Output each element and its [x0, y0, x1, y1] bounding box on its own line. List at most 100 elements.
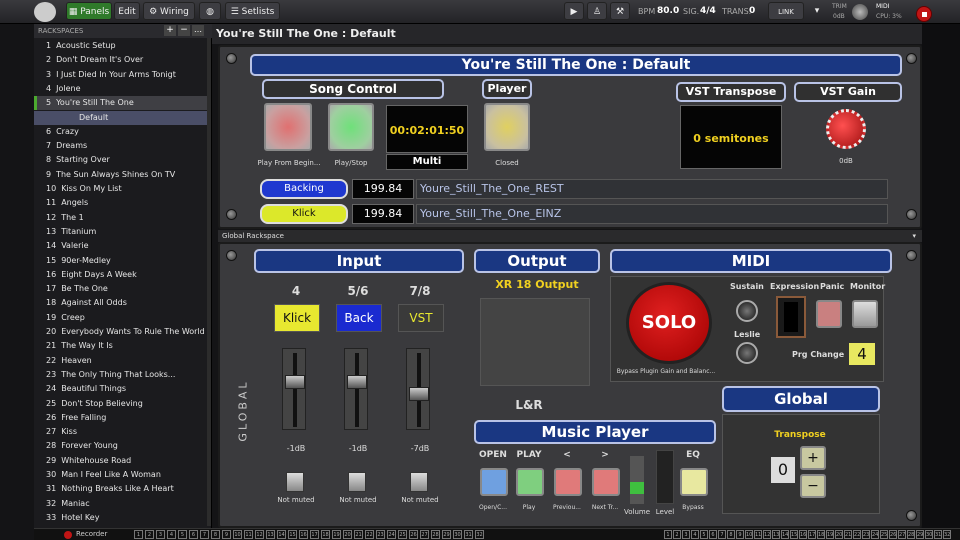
tab-panels[interactable]: ▦ Panels	[66, 2, 112, 20]
trim-knob[interactable]	[852, 4, 868, 20]
channel-fader[interactable]	[282, 348, 306, 430]
next-track-button[interactable]	[592, 468, 620, 496]
page-button[interactable]: 26	[409, 530, 418, 539]
previous-button[interactable]	[554, 468, 582, 496]
sidebar-item[interactable]: 31 Nothing Breaks Like A Heart	[34, 482, 209, 496]
sidebar-item[interactable]: 19 Creep	[34, 311, 209, 325]
sidebar-item[interactable]: 30 Man I Feel Like A Woman	[34, 468, 209, 482]
sidebar-item[interactable]: 27 Kiss	[34, 425, 209, 439]
page-button[interactable]: 16	[299, 530, 308, 539]
page-button[interactable]: 21	[354, 530, 363, 539]
channel-fader[interactable]	[344, 348, 368, 430]
page-button[interactable]: 1	[134, 530, 143, 539]
page-button[interactable]: 16	[799, 530, 807, 539]
page-button[interactable]: 9	[736, 530, 744, 539]
page-button[interactable]: 2	[673, 530, 681, 539]
page-button[interactable]: 21	[844, 530, 852, 539]
prg-change-value[interactable]: 4	[848, 342, 876, 366]
eq-bypass-button[interactable]	[680, 468, 708, 496]
player-closed-button[interactable]	[484, 103, 530, 151]
page-button[interactable]: 29	[916, 530, 924, 539]
sidebar-item[interactable]: 15 90er-Medley	[34, 254, 209, 268]
page-button[interactable]: 8	[211, 530, 220, 539]
collapse-icon[interactable]: ▾	[912, 230, 916, 242]
page-button[interactable]: 10	[745, 530, 753, 539]
page-button[interactable]: 20	[343, 530, 352, 539]
page-button[interactable]: 32	[475, 530, 484, 539]
fader-knob[interactable]	[347, 375, 367, 389]
page-button[interactable]: 20	[835, 530, 843, 539]
mute-button[interactable]	[348, 472, 366, 492]
page-button[interactable]: 29	[442, 530, 451, 539]
channel-fader[interactable]	[406, 348, 430, 430]
page-button[interactable]: 10	[233, 530, 242, 539]
page-button[interactable]: 24	[387, 530, 396, 539]
page-button[interactable]: 6	[189, 530, 198, 539]
page-button[interactable]: 25	[880, 530, 888, 539]
sidebar-item[interactable]: 16 Eight Days A Week	[34, 268, 209, 282]
play-button[interactable]: ▶	[564, 2, 584, 20]
transpose-down-button[interactable]: −	[800, 474, 826, 498]
page-button[interactable]: 4	[691, 530, 699, 539]
monitor-button[interactable]	[852, 300, 878, 328]
page-button[interactable]: 5	[178, 530, 187, 539]
sidebar-item[interactable]: 11 Angels	[34, 196, 209, 210]
sustain-knob[interactable]	[736, 300, 758, 322]
page-button[interactable]: 27	[898, 530, 906, 539]
fader-knob[interactable]	[409, 387, 429, 401]
sidebar-item[interactable]: 8 Starting Over	[34, 153, 209, 167]
track-label-button[interactable]: Klick	[260, 204, 348, 224]
page-button[interactable]: 6	[709, 530, 717, 539]
expression-slider[interactable]	[776, 296, 806, 338]
mute-button[interactable]	[286, 472, 304, 492]
solo-button[interactable]: SOLO	[626, 282, 712, 364]
page-button[interactable]: 15	[288, 530, 297, 539]
tab-setlists[interactable]: ☰ Setlists	[225, 2, 280, 20]
page-button[interactable]: 17	[310, 530, 319, 539]
stop-button[interactable]	[916, 6, 932, 22]
page-button[interactable]: 12	[763, 530, 771, 539]
page-button[interactable]: 27	[420, 530, 429, 539]
sidebar-item[interactable]: 26 Free Falling	[34, 411, 209, 425]
sidebar-item[interactable]: 1 Acoustic Setup	[34, 39, 209, 53]
channel-name-button[interactable]: Back	[336, 304, 382, 332]
sidebar-item[interactable]: 20 Everybody Wants To Rule The World	[34, 325, 209, 339]
sidebar-item[interactable]: 5 You're Still The One	[34, 96, 209, 111]
more-button[interactable]: …	[192, 25, 204, 36]
volume-fader[interactable]	[630, 456, 644, 504]
tuner-button[interactable]: ⚒	[610, 2, 630, 20]
page-button[interactable]: 5	[700, 530, 708, 539]
page-button[interactable]: 23	[862, 530, 870, 539]
page-button[interactable]: 24	[871, 530, 879, 539]
play-from-begin-button[interactable]	[264, 103, 312, 151]
sig-value[interactable]: 4/4	[700, 6, 716, 16]
page-button[interactable]: 4	[167, 530, 176, 539]
sidebar-item[interactable]: 21 The Way It Is	[34, 339, 209, 353]
remove-rackspace-button[interactable]: −	[178, 25, 190, 36]
page-button[interactable]: 32	[943, 530, 951, 539]
metronome-button[interactable]: ♙	[587, 2, 607, 20]
leslie-knob[interactable]	[736, 342, 758, 364]
sidebar-item[interactable]: 3 I Just Died In Your Arms Tonigt	[34, 68, 209, 82]
tab-edit[interactable]: Edit	[114, 2, 140, 20]
page-button[interactable]: 28	[907, 530, 915, 539]
page-button[interactable]: 14	[781, 530, 789, 539]
page-button[interactable]: 11	[754, 530, 762, 539]
page-button[interactable]: 7	[200, 530, 209, 539]
recorder-icon[interactable]	[64, 531, 72, 539]
sidebar-item[interactable]: 33 Hotel Key	[34, 511, 209, 525]
page-button[interactable]: 13	[266, 530, 275, 539]
page-button[interactable]: 30	[925, 530, 933, 539]
sidebar-item[interactable]: 22 Heaven	[34, 354, 209, 368]
page-button[interactable]: 9	[222, 530, 231, 539]
track-label-button[interactable]: Backing	[260, 179, 348, 199]
sidebar-item[interactable]: 12 The 1	[34, 211, 209, 225]
open-button[interactable]	[480, 468, 508, 496]
sidebar-item[interactable]: 7 Dreams	[34, 139, 209, 153]
sidebar-item[interactable]: 25 Don't Stop Believing	[34, 397, 209, 411]
page-button[interactable]: 31	[464, 530, 473, 539]
page-button[interactable]: 23	[376, 530, 385, 539]
page-button[interactable]: 31	[934, 530, 942, 539]
channel-name-button[interactable]: Klick	[274, 304, 320, 332]
page-button[interactable]: 3	[156, 530, 165, 539]
